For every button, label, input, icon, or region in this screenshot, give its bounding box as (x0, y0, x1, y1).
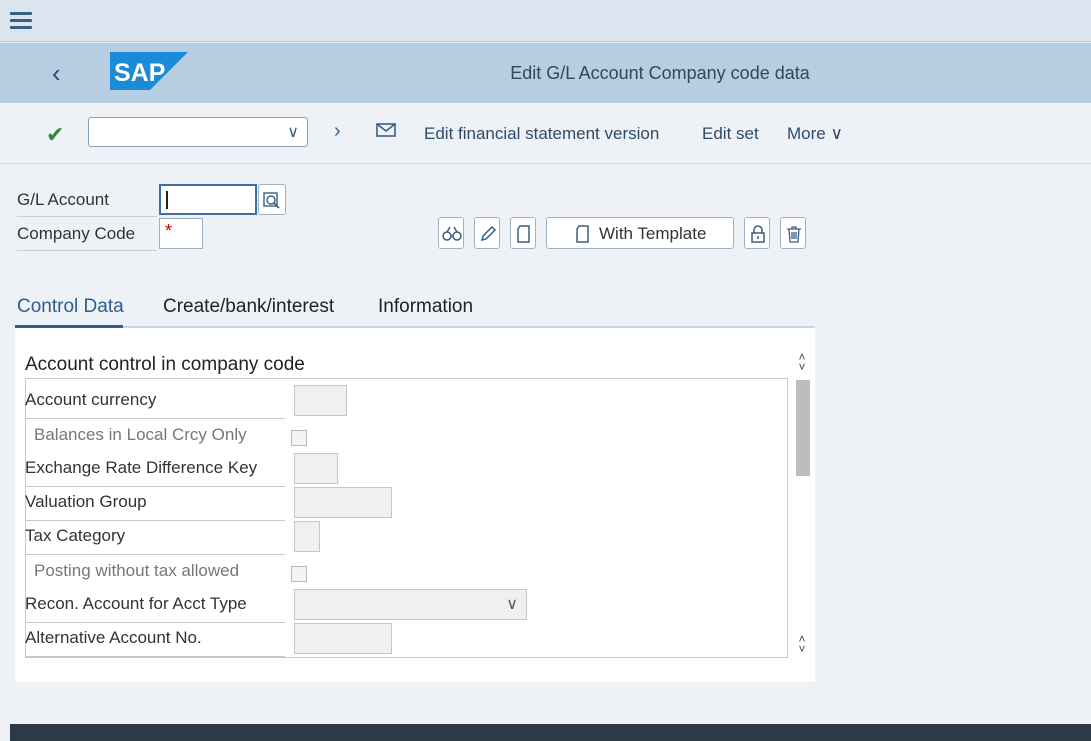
toolbar: ✔ ∨ › Edit financial statement version E… (0, 104, 1091, 164)
posting-without-tax-checkbox[interactable] (291, 566, 307, 582)
with-template-button[interactable]: With Template (546, 217, 734, 249)
account-currency-label: Account currency (25, 390, 285, 419)
alternative-account-label: Alternative Account No. (25, 628, 285, 657)
command-field[interactable]: ∨ (88, 117, 308, 147)
balances-local-crcy-label: Balances in Local Crcy Only (34, 425, 247, 444)
tab-control-data[interactable]: Control Data (17, 296, 124, 318)
main-content: G/L Account Company Code * With Template… (0, 165, 1091, 725)
pencil-icon (480, 225, 497, 242)
search-icon (263, 192, 280, 209)
company-code-label: Company Code (17, 224, 157, 251)
page-title: Edit G/L Account Company code data (510, 63, 810, 83)
more-button[interactable]: More ∨ (787, 124, 843, 144)
tax-category-label: Tax Category (25, 526, 285, 555)
text-cursor (166, 191, 168, 209)
lock-button[interactable] (744, 217, 770, 249)
alternative-account-input[interactable] (294, 623, 392, 654)
more-label: More (787, 124, 826, 143)
chevron-down-icon: ∨ (506, 596, 518, 613)
svg-text:SAP: SAP (114, 59, 165, 87)
trash-icon (787, 226, 801, 243)
chevron-down-icon: ∨ (830, 124, 843, 143)
create-button[interactable] (510, 217, 536, 249)
required-marker: * (165, 221, 173, 241)
glasses-icon (442, 226, 462, 241)
gl-account-input[interactable] (159, 184, 257, 215)
balances-local-crcy-checkbox[interactable] (291, 430, 307, 446)
scrollbar-thumb[interactable] (796, 380, 810, 476)
back-icon[interactable]: ‹ (52, 60, 61, 86)
scroll-up-icon[interactable]: ˄ ˅ (794, 351, 810, 373)
gl-account-label: G/L Account (17, 190, 157, 217)
posting-without-tax-label: Posting without tax allowed (34, 561, 240, 580)
with-template-label: With Template (599, 224, 707, 243)
recon-account-label: Recon. Account for Acct Type (25, 594, 285, 623)
status-bar (10, 724, 1091, 741)
section-title: Account control in company code (25, 354, 305, 375)
menu-bar (0, 0, 1091, 42)
lock-icon (751, 225, 765, 243)
account-currency-input[interactable] (294, 385, 347, 416)
chevron-right-icon[interactable]: › (334, 120, 341, 143)
tab-information[interactable]: Information (378, 296, 473, 318)
valuation-group-label: Valuation Group (25, 492, 285, 521)
search-help-button[interactable] (258, 184, 286, 215)
scroll-down-icon[interactable]: ˄ ˅ (794, 633, 810, 655)
tab-create-bank-interest[interactable]: Create/bank/interest (163, 296, 334, 318)
company-code-input[interactable]: * (159, 218, 203, 249)
exchange-rate-diff-key-label: Exchange Rate Difference Key (25, 458, 285, 487)
edit-set-button[interactable]: Edit set (702, 124, 759, 144)
display-button[interactable] (438, 217, 464, 249)
document-icon (576, 225, 589, 243)
menu-icon[interactable] (10, 12, 32, 30)
document-icon (517, 225, 530, 243)
enter-check-icon[interactable]: ✔ (46, 122, 64, 148)
sap-logo: SAP (110, 52, 188, 90)
valuation-group-input[interactable] (294, 487, 392, 518)
chevron-down-icon[interactable]: ∨ (287, 122, 299, 142)
tab-panel: Account control in company code Account … (15, 328, 815, 682)
tax-category-input[interactable] (294, 521, 320, 552)
exchange-rate-diff-key-input[interactable] (294, 453, 338, 484)
edit-fs-version-button[interactable]: Edit financial statement version (424, 124, 659, 144)
recon-account-dropdown[interactable]: ∨ (294, 589, 527, 620)
mail-icon[interactable] (376, 123, 396, 137)
delete-button[interactable] (780, 217, 806, 249)
edit-button[interactable] (474, 217, 500, 249)
